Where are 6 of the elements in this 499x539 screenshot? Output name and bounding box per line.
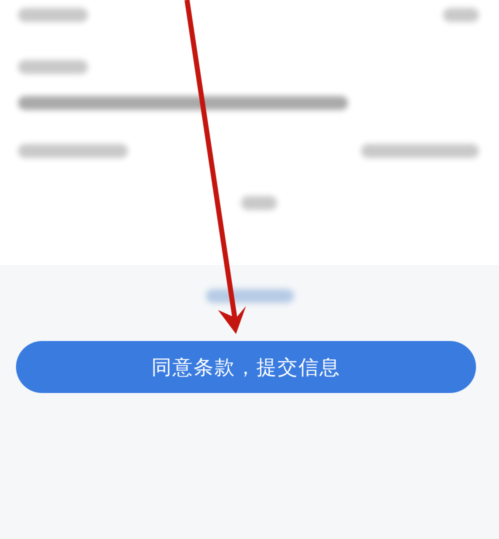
blurred-link[interactable] (206, 289, 294, 303)
submit-button[interactable]: 同意条款，提交信息 (16, 341, 476, 393)
blurred-text (18, 60, 88, 74)
blurred-text (240, 196, 276, 210)
blurred-text (443, 8, 479, 22)
blurred-text (18, 8, 88, 22)
